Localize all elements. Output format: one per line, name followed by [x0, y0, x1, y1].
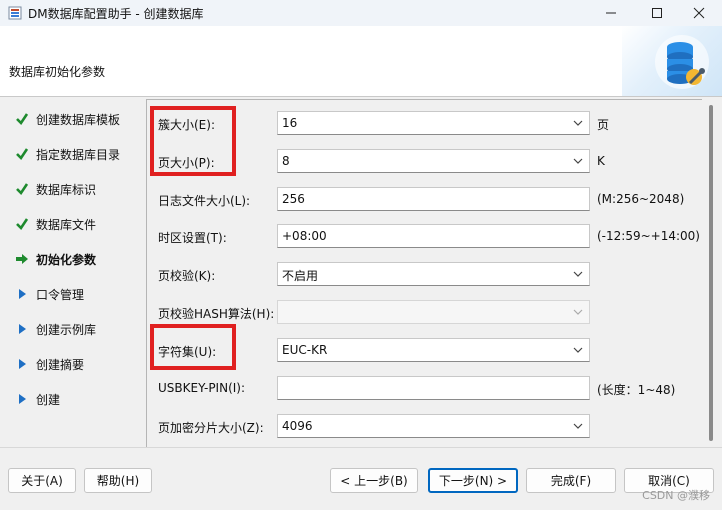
page-size-value: 8: [282, 154, 290, 168]
timezone-label: 时区设置(T):: [158, 231, 227, 245]
page-size-select[interactable]: 8: [277, 149, 590, 173]
step-item[interactable]: 口令管理: [14, 284, 84, 304]
charset-value: EUC-KR: [282, 343, 328, 357]
page-check-value: 不启用: [282, 269, 319, 283]
cluster-size-select[interactable]: 16: [277, 111, 590, 135]
maximize-icon: [652, 8, 662, 18]
cluster-size-value: 16: [282, 116, 298, 130]
checkmark-icon: [14, 216, 30, 232]
about-button[interactable]: 关于(A): [8, 468, 76, 493]
annotation-box-cluster-page-size: [150, 106, 236, 176]
chevron-down-icon: [573, 158, 583, 164]
usbkey-pin-input[interactable]: [277, 376, 590, 400]
checkmark-icon: [14, 111, 30, 127]
previous-button[interactable]: < 上一步(B): [330, 468, 418, 493]
step-label: 创建示例库: [36, 322, 97, 337]
checkmark-icon: [14, 146, 30, 162]
wizard-body: 创建数据库模板 指定数据库目录 数据库标识 数据库文件 初始化参数 口令管理 创…: [0, 97, 722, 447]
chevron-down-icon: [573, 120, 583, 126]
step-label: 创建数据库模板: [36, 112, 121, 127]
annotation-box-charset: [150, 324, 236, 370]
header-decoration: [622, 26, 722, 96]
page-header: 数据库初始化参数: [0, 26, 722, 96]
usbkey-pin-length: (长度：1~48): [597, 383, 676, 397]
step-item[interactable]: 创建摘要: [14, 354, 84, 374]
log-file-size-value: 256: [282, 192, 305, 206]
step-item[interactable]: 创建数据库模板: [14, 109, 120, 129]
log-file-size-input[interactable]: 256: [277, 187, 590, 211]
maximize-button[interactable]: [634, 0, 680, 26]
page-check-label: 页校验(K):: [158, 269, 216, 283]
step-label: 数据库文件: [36, 217, 97, 232]
encrypt-slice-value: 4096: [282, 419, 313, 433]
page-hash-label: 页校验HASH算法(H):: [158, 307, 275, 321]
step-label: 初始化参数: [36, 252, 97, 267]
step-item[interactable]: 指定数据库目录: [14, 144, 120, 164]
timezone-value: +08:00: [282, 229, 327, 243]
step-item-current[interactable]: 初始化参数: [14, 249, 96, 269]
app-icon: [8, 6, 22, 20]
step-item[interactable]: 创建示例库: [14, 319, 96, 339]
checkmark-icon: [14, 181, 30, 197]
help-button[interactable]: 帮助(H): [84, 468, 152, 493]
encrypt-slice-label: 页加密分片大小(Z):: [158, 421, 264, 435]
chevron-down-icon: [573, 271, 583, 277]
database-settings-icon: [655, 35, 709, 89]
step-item[interactable]: 数据库标识: [14, 179, 96, 199]
page-check-row: 页校验(K): 不启用: [147, 262, 702, 288]
triangle-right-icon: [14, 391, 30, 407]
watermark: CSDN @濮移: [642, 489, 710, 502]
chevron-down-icon: [573, 423, 583, 429]
log-file-size-row: 日志文件大小(L): 256 (M:256~2048): [147, 187, 702, 213]
log-file-size-label: 日志文件大小(L):: [158, 194, 251, 208]
step-item[interactable]: 创建: [14, 389, 60, 409]
page-hash-select[interactable]: [277, 300, 590, 324]
timezone-input[interactable]: +08:00: [277, 224, 590, 248]
log-file-size-range: (M:256~2048): [597, 192, 685, 206]
usbkey-pin-label: USBKEY-PIN(I):: [158, 381, 246, 395]
window-title: DM数据库配置助手 - 创建数据库: [28, 7, 204, 21]
step-label: 口令管理: [36, 287, 85, 302]
chevron-down-icon: [573, 347, 583, 353]
minimize-button[interactable]: [588, 0, 634, 26]
page-check-select[interactable]: 不启用: [277, 262, 590, 286]
scrollbar-thumb[interactable]: [709, 105, 713, 441]
page-size-unit: K: [597, 154, 605, 168]
encrypt-slice-select[interactable]: 4096: [277, 414, 590, 438]
finish-button[interactable]: 完成(F): [526, 468, 616, 493]
triangle-right-icon: [14, 356, 30, 372]
timezone-range: (-12:59~+14:00): [597, 229, 700, 243]
close-button[interactable]: [676, 0, 722, 26]
chevron-down-icon: [573, 309, 583, 315]
close-icon: [693, 7, 705, 19]
minimize-icon: [606, 12, 616, 14]
step-item[interactable]: 数据库文件: [14, 214, 96, 234]
step-label: 创建摘要: [36, 357, 85, 372]
triangle-right-icon: [14, 286, 30, 302]
arrow-right-icon: [14, 251, 30, 267]
page-title: 数据库初始化参数: [9, 65, 106, 79]
triangle-right-icon: [14, 321, 30, 337]
usbkey-pin-row: USBKEY-PIN(I): (长度：1~48): [147, 376, 702, 402]
timezone-row: 时区设置(T): +08:00 (-12:59~+14:00): [147, 224, 702, 250]
wizard-footer: 关于(A) 帮助(H) < 上一步(B) 下一步(N) > 完成(F) 取消(C…: [0, 447, 722, 510]
steps-list: 创建数据库模板 指定数据库目录 数据库标识 数据库文件 初始化参数 口令管理 创…: [0, 97, 145, 447]
vertical-scrollbar[interactable]: [702, 99, 720, 447]
cluster-size-unit: 页: [597, 118, 610, 132]
page-hash-row: 页校验HASH算法(H):: [147, 300, 702, 326]
title-bar: DM数据库配置助手 - 创建数据库: [0, 0, 722, 26]
step-label: 创建: [36, 392, 61, 407]
charset-select[interactable]: EUC-KR: [277, 338, 590, 362]
step-label: 数据库标识: [36, 182, 97, 197]
encrypt-slice-row: 页加密分片大小(Z): 4096: [147, 414, 702, 440]
step-label: 指定数据库目录: [36, 147, 121, 162]
next-button[interactable]: 下一步(N) >: [428, 468, 518, 493]
